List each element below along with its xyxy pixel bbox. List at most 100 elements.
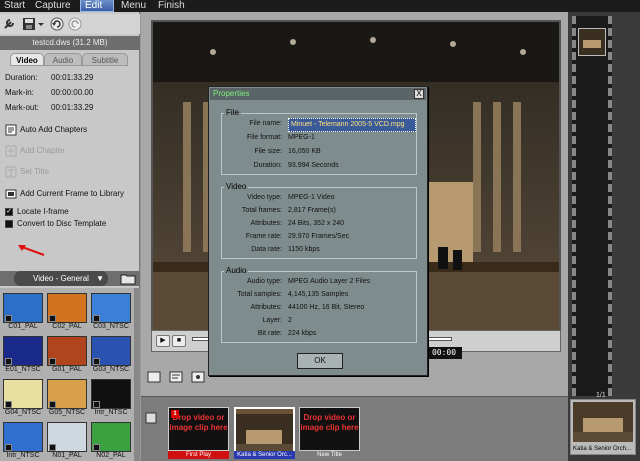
category-dropdown[interactable]: Video - General ▼ (14, 271, 108, 286)
dialog-title-bar[interactable]: Properties X (210, 88, 426, 100)
library-thumbnail[interactable]: G03_NTSC (91, 336, 131, 374)
convert-to-disc-template-label: Convert to Disc Template (17, 219, 107, 228)
library-thumbnail[interactable]: Intr_NTSC (91, 379, 131, 417)
add-menu-icon[interactable] (147, 370, 161, 384)
storyline-menu-icon[interactable] (145, 412, 157, 424)
checkmark-icon: ✓ (5, 208, 13, 216)
property-value: 29.970 Frames/Sec (288, 233, 350, 240)
set-title-button[interactable]: Set Title (5, 165, 139, 179)
redo-icon[interactable] (68, 17, 82, 31)
storyline: 1 Drop video or image clip here First Pl… (141, 396, 568, 461)
property-value: 2 (288, 317, 292, 324)
group-title: Audio (224, 266, 249, 275)
thumbnail-label: G01_PAL (52, 366, 82, 373)
property-key: Attributes: (250, 304, 282, 311)
thumbnail-label: C01_PAL (8, 323, 38, 330)
property-key: File name: (249, 120, 282, 127)
locate-iframe-checkbox[interactable]: ✓ Locate I-frame (5, 206, 139, 218)
property-row: Total samples: 4,145,135 Samples (222, 289, 418, 301)
thumbnail-image (91, 422, 131, 452)
file-name-value[interactable]: Minuet - Telemann 2005-5 VCD.mpg (288, 118, 416, 132)
library-thumbnails: C01_PAL C02_PAL C03_NTSC E01_NTSC G01_PAL G03… (0, 288, 134, 461)
save-icon[interactable] (22, 17, 36, 31)
drop-zone[interactable]: 1 Drop video or image clip here (168, 407, 229, 451)
property-key: File size: (254, 148, 282, 155)
play-button[interactable]: ▶ (156, 335, 170, 347)
timecode-display[interactable]: 00:00 (426, 347, 462, 359)
clip-marker-icon (5, 444, 12, 451)
clip-sub-tabs: Video Audio Subtitle (2, 53, 138, 66)
convert-to-disc-template-checkbox[interactable]: Convert to Disc Template (5, 218, 139, 230)
add-frame-to-library-button[interactable]: Add Current Frame to Library (5, 187, 139, 201)
library-thumbnail[interactable]: G04_NTSC (3, 379, 43, 417)
folder-icon[interactable] (120, 272, 136, 285)
library-thumbnail[interactable]: G05_NTSC (47, 379, 87, 417)
clip-marker-icon (93, 358, 100, 365)
library-thumbnail[interactable]: N02_PAL (91, 422, 131, 460)
ok-button[interactable]: OK (297, 353, 343, 369)
thumbnail-label: N02_PAL (96, 452, 126, 459)
property-value: 224 kbps (288, 330, 317, 337)
clip-thumbnail[interactable] (234, 407, 295, 452)
menu-settings-icon[interactable] (191, 370, 205, 384)
chevron-down-icon[interactable] (38, 17, 44, 31)
undo-icon[interactable] (50, 17, 64, 31)
property-row: File size: 16,050 KB (222, 146, 418, 158)
menu-preview-thumbnail[interactable]: Katia & Senior Orch... (570, 399, 636, 455)
tab-start[interactable]: Start (0, 0, 29, 12)
property-key: Total frames: (241, 207, 282, 214)
tab-capture[interactable]: Capture (31, 0, 75, 12)
tab-menu[interactable]: Menu (117, 0, 150, 12)
tab-audio[interactable]: Audio (44, 53, 82, 66)
property-key: Audio type: (246, 278, 282, 285)
library-thumbnail[interactable]: C01_PAL (3, 293, 43, 331)
page-counter: 1/1 (596, 392, 606, 399)
tab-video[interactable]: Video (10, 53, 44, 66)
property-key: Duration: (253, 162, 282, 169)
add-frame-to-library-label: Add Current Frame to Library (20, 189, 125, 198)
wrench-icon[interactable] (2, 17, 16, 31)
dialog-title: Properties (213, 89, 250, 98)
library-thumbnail[interactable]: C02_PAL (47, 293, 87, 331)
library-thumbnail[interactable]: Intr_NTSC (3, 422, 43, 460)
thumbnail-image (47, 293, 87, 323)
stop-button[interactable]: ■ (172, 335, 186, 347)
property-value: 93.994 Seconds (288, 162, 339, 169)
property-key: File format: (246, 134, 282, 141)
thumbnail-image (47, 379, 87, 409)
new-title-slot[interactable]: Drop video or image clip here New Title (299, 407, 360, 458)
thumbnail-image (91, 379, 131, 409)
menu-frame-thumbnail[interactable] (578, 28, 606, 56)
close-icon[interactable]: X (414, 89, 424, 99)
drop-zone[interactable]: Drop video or image clip here (299, 407, 360, 451)
drop-zone-text: Drop video or image clip here (300, 413, 359, 432)
library-scrollbar[interactable] (134, 288, 140, 461)
mark-in-row: Mark-in: 00:00:00.00 (5, 87, 135, 99)
thumbnail-image (3, 336, 43, 366)
auto-add-chapters-button[interactable]: Auto Add Chapters (5, 123, 139, 137)
library-category-bar: Video - General ▼ (0, 271, 140, 286)
property-row: File name: Minuet - Telemann 2005-5 VCD.… (222, 118, 418, 132)
add-chapter-button[interactable]: Add Chapter (5, 144, 139, 158)
tab-finish[interactable]: Finish (154, 0, 189, 12)
property-value: 1150 kbps (288, 246, 320, 253)
tab-edit[interactable]: Edit (80, 0, 114, 12)
group-title: File (224, 108, 241, 117)
thumbnail-label: Intr_NTSC (94, 409, 128, 416)
library-thumbnail[interactable]: E01_NTSC (3, 336, 43, 374)
toolbar (0, 14, 140, 34)
mark-in-value: 00:00:00.00 (51, 88, 94, 97)
library-thumbnail[interactable]: C03_NTSC (91, 293, 131, 331)
library-thumbnail[interactable]: N01_PAL (47, 422, 87, 460)
category-label: Video - General (33, 274, 89, 283)
thumbnail-label: G05_NTSC (48, 409, 86, 416)
tab-subtitle[interactable]: Subtitle (82, 53, 128, 66)
property-key: Layer: (262, 317, 282, 324)
library-thumbnail[interactable]: G01_PAL (47, 336, 87, 374)
duration-value: 00:01:33.29 (51, 73, 94, 82)
slot-label: Katia & Senior Orc... (234, 451, 295, 459)
thumbnail-label: N01_PAL (52, 452, 82, 459)
add-submenu-icon[interactable] (169, 370, 183, 384)
title-clip-slot[interactable]: Katia & Senior Orc... (234, 407, 295, 459)
first-play-slot[interactable]: 1 Drop video or image clip here First Pl… (168, 407, 229, 459)
